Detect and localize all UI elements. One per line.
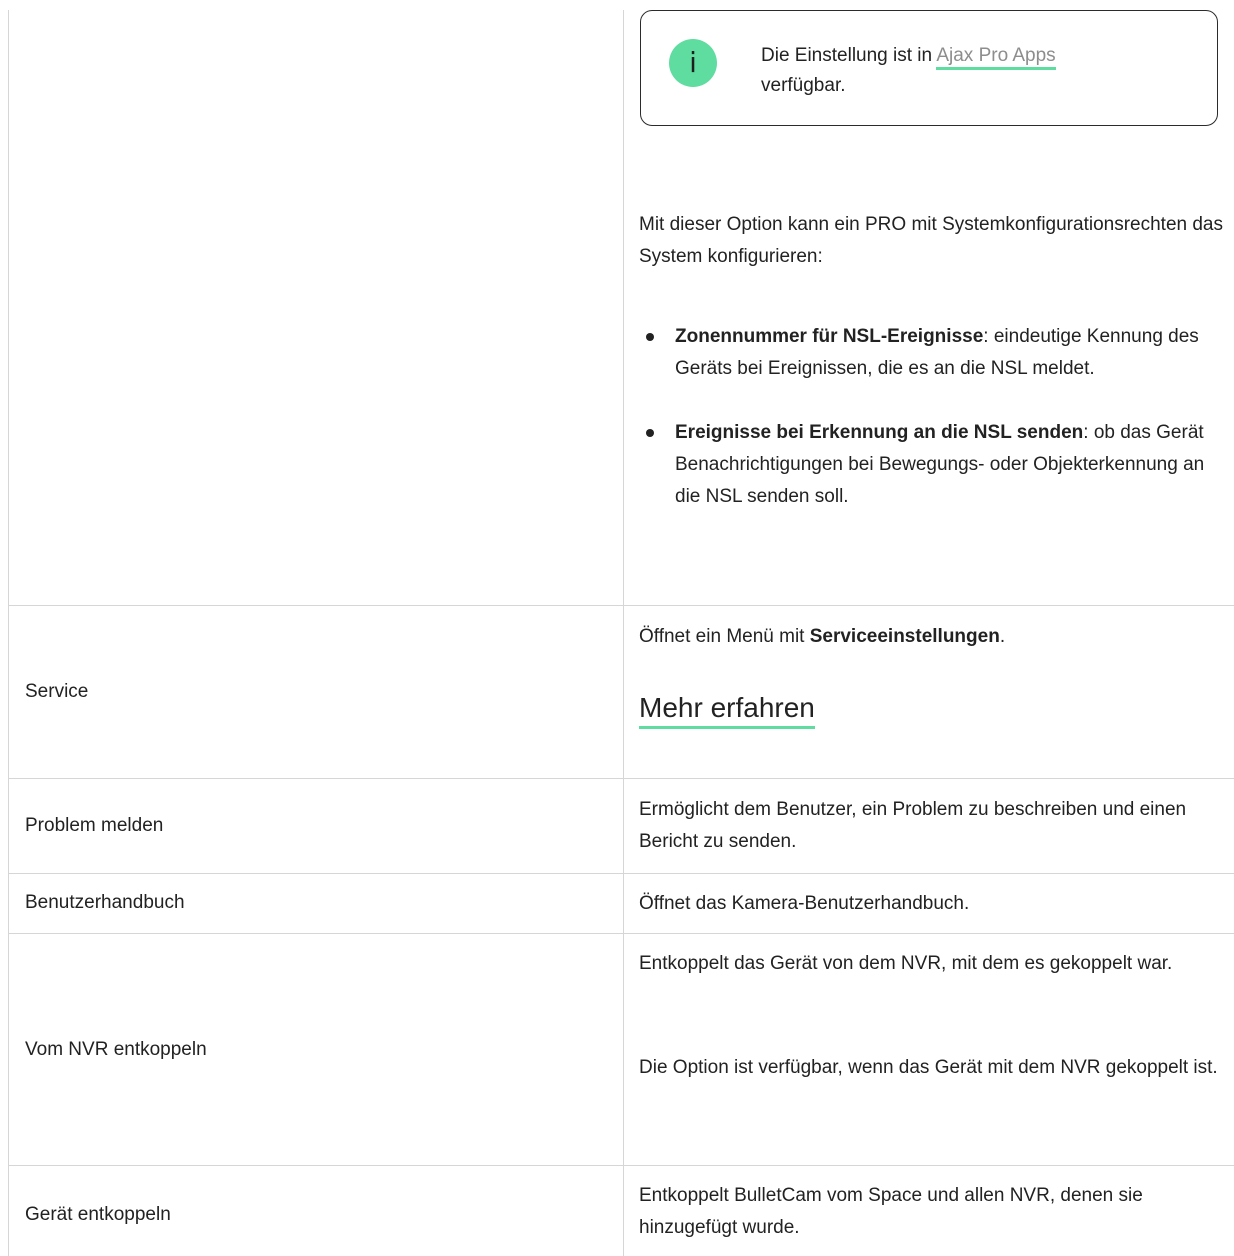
row-desc-vom-nvr-entkoppeln: Entkoppelt das Gerät von dem NVR, mit de… — [639, 953, 1173, 974]
list-item-term: Zonennummer für NSL-Ereignisse — [675, 326, 984, 347]
row-divider — [8, 933, 1234, 934]
list-item-term: Ereignisse bei Erkennung an die NSL send… — [675, 422, 1084, 443]
info-icon: i — [669, 39, 717, 87]
row-desc-service-after: . — [999, 626, 1006, 647]
row-name-service: Service — [25, 681, 89, 702]
row-divider — [8, 778, 1234, 779]
info-note-text: Die Einstellung ist in Ajax Pro Apps ver… — [761, 41, 1181, 101]
row-divider — [8, 605, 1234, 606]
row-divider — [8, 873, 1234, 874]
row-desc-service-bold: Serviceeinstellungen — [809, 626, 1000, 647]
list-item: Ereignisse bei Erkennung an die NSL send… — [646, 417, 1224, 513]
table-column-divider — [623, 10, 624, 1256]
info-note-text-before: Die Einstellung ist in — [761, 45, 937, 66]
row-name-benutzerhandbuch: Benutzerhandbuch — [25, 892, 185, 913]
settings-table: i Die Einstellung ist in Ajax Pro Apps v… — [0, 0, 1234, 1256]
nsl-option-intro: Mit dieser Option kann ein PRO mit Syste… — [639, 214, 1223, 267]
info-note-text-after: verfügbar. — [761, 75, 846, 96]
row-name-vom-nvr-entkoppeln: Vom NVR entkoppeln — [25, 1039, 207, 1060]
row-desc-service: Öffnet ein Menü mit Serviceeinstellungen… — [639, 621, 1224, 653]
row-desc-benutzerhandbuch: Öffnet das Kamera-Benutzerhandbuch. — [639, 893, 970, 914]
row-desc-service-before: Öffnet ein Menü mit — [639, 626, 810, 647]
list-item: Zonennummer für NSL-Ereignisse: eindeuti… — [646, 321, 1224, 385]
row-desc-geraet-entkoppeln: Entkoppelt BulletCam vom Space und allen… — [639, 1185, 1143, 1238]
row-desc-vom-nvr-entkoppeln-note: Die Option ist verfügbar, wenn das Gerät… — [639, 1057, 1218, 1078]
row-name-geraet-entkoppeln: Gerät entkoppeln — [25, 1204, 171, 1225]
info-note: i Die Einstellung ist in Ajax Pro Apps v… — [640, 10, 1218, 126]
table-border-left — [8, 10, 9, 1256]
mehr-erfahren-link[interactable]: Mehr erfahren — [639, 690, 815, 729]
row-divider — [8, 1165, 1234, 1166]
nsl-option-list: Zonennummer für NSL-Ereignisse: eindeuti… — [646, 321, 1224, 513]
ajax-pro-apps-link[interactable]: Ajax Pro Apps — [936, 45, 1056, 70]
row-desc-problem-melden: Ermöglicht dem Benutzer, ein Problem zu … — [639, 799, 1187, 852]
row-name-problem-melden: Problem melden — [25, 815, 164, 836]
